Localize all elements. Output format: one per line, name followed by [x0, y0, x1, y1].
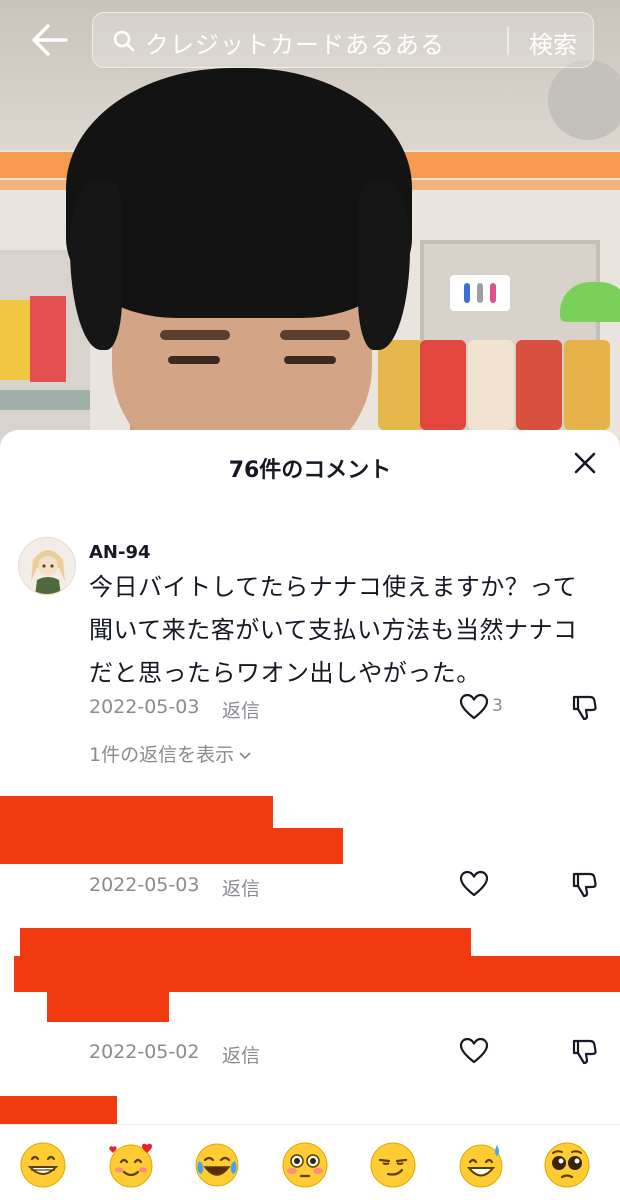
restroom-sign [450, 275, 510, 311]
avatar[interactable] [18, 537, 76, 595]
person-eye [168, 356, 220, 364]
pleading-emoji-icon[interactable] [543, 1141, 591, 1189]
person-eye [284, 356, 336, 364]
shelf-goods [564, 340, 610, 430]
shelf-goods [0, 300, 30, 380]
reply-button[interactable]: 返信 [222, 696, 260, 723]
sweat-smile-emoji-icon[interactable] [457, 1141, 505, 1189]
search-input[interactable]: クレジットカードあるある [145, 25, 445, 60]
comment-text-line: 今日バイトしてたらナナコ使えますか？って [89, 573, 578, 601]
view-replies-link[interactable]: 1件の返信を表示 [89, 740, 252, 767]
tears-of-joy-emoji-icon[interactable] [193, 1141, 241, 1189]
security-camera [548, 60, 620, 140]
dislike-icon[interactable] [570, 1037, 598, 1065]
close-icon[interactable] [572, 450, 598, 476]
heart-icon[interactable] [459, 693, 489, 721]
shelf-goods [378, 340, 424, 430]
grinning-emoji-icon[interactable] [19, 1141, 67, 1189]
heart-icon[interactable] [459, 870, 489, 898]
redaction-block [0, 828, 343, 864]
shelf-goods [516, 340, 562, 430]
reply-button[interactable]: 返信 [222, 874, 260, 901]
chevron-down-icon [238, 744, 252, 766]
search-divider [507, 27, 509, 55]
smirk-emoji-icon[interactable] [369, 1141, 417, 1189]
shelf-goods [30, 296, 66, 382]
comment-date: 2022-05-02 [89, 1041, 200, 1063]
redaction-block [47, 992, 169, 1022]
shelf-goods [0, 390, 90, 410]
dislike-icon[interactable] [570, 870, 598, 898]
shelf-goods [468, 340, 514, 430]
comment-text-line: だと思ったらワオン出しやがった。 [89, 659, 481, 687]
comment-date: 2022-05-03 [89, 696, 200, 718]
redaction-block [14, 956, 620, 992]
like-count: 3 [492, 696, 503, 716]
search-bar[interactable]: クレジットカードあるある 検索 [92, 12, 594, 68]
comments-count-title: 76件のコメント [228, 458, 392, 483]
view-replies-label: 1件の返信を表示 [89, 744, 235, 766]
heart-icon[interactable] [459, 1037, 489, 1065]
redaction-block [0, 796, 273, 828]
dislike-icon[interactable] [570, 693, 598, 721]
comment-text-line: 聞いて来た客がいて支払い方法も当然ナナコ [89, 616, 578, 644]
search-icon [113, 30, 135, 52]
shelf-goods [420, 340, 466, 430]
back-arrow-icon[interactable] [30, 22, 70, 58]
person-eyebrow [160, 330, 230, 340]
comment-date: 2022-05-03 [89, 874, 200, 896]
smiling-hearts-emoji-icon[interactable] [107, 1141, 155, 1189]
video-background [0, 0, 620, 460]
person-eyebrow [280, 330, 350, 340]
reply-button[interactable]: 返信 [222, 1041, 260, 1068]
flushed-emoji-icon[interactable] [281, 1141, 329, 1189]
search-button[interactable]: 検索 [517, 25, 589, 60]
comment-username[interactable]: AN-94 [89, 542, 151, 563]
